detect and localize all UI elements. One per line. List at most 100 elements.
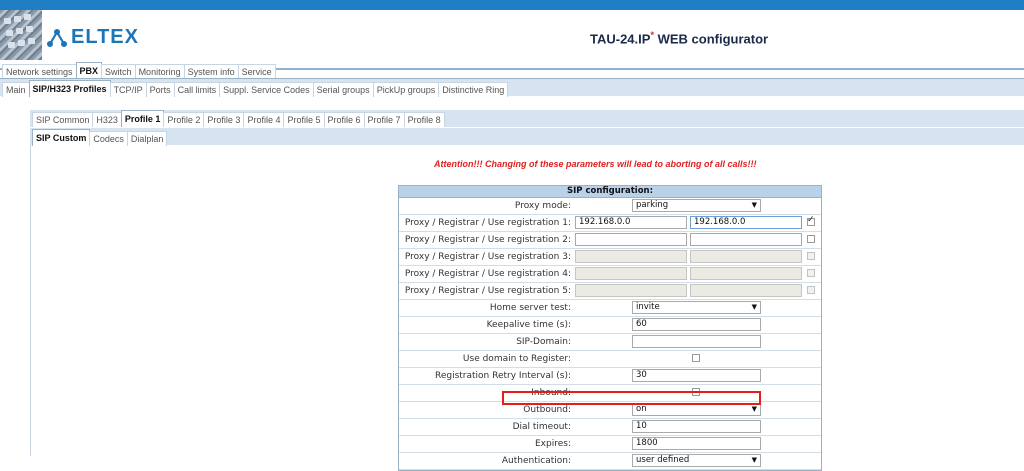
tab-profile-7[interactable]: Profile 7 <box>363 112 405 127</box>
header: ELTEX TAU-24.IP* WEB configurator <box>0 10 1024 70</box>
tab-profile-5[interactable]: Profile 5 <box>283 112 325 127</box>
subtab-pickup-groups[interactable]: PickUp groups <box>372 82 440 97</box>
proxy-mode-select[interactable]: parking ▼ <box>632 199 761 212</box>
tab-profile-3[interactable]: Profile 3 <box>203 112 245 127</box>
row-proxy-mode: Proxy mode: parking ▼ <box>399 198 821 215</box>
outbound-value: on <box>636 404 647 414</box>
subtab-ports[interactable]: Ports <box>145 82 175 97</box>
label-use-domain: Use domain to Register: <box>462 354 571 364</box>
tab-profile-2[interactable]: Profile 2 <box>163 112 205 127</box>
profile-tabs: SIP Common H323 Profile 1 Profile 2 Prof… <box>32 110 445 127</box>
tab-switch[interactable]: Switch <box>101 64 136 79</box>
eltex-logo-icon <box>47 28 67 47</box>
label-proxy-mode: Proxy mode: <box>514 201 571 211</box>
label-expires: Expires: <box>535 439 571 449</box>
device-mark: * <box>650 30 654 40</box>
keepalive-input[interactable]: 60 <box>632 318 761 331</box>
tab-profile-6[interactable]: Profile 6 <box>323 112 365 127</box>
subtab-tcp-ip[interactable]: TCP/IP <box>109 82 147 97</box>
tab-network-settings[interactable]: Network settings <box>2 64 77 79</box>
sip-configuration-table: SIP configuration: Proxy mode: parking ▼… <box>398 185 822 471</box>
label-proxy-2: Proxy / Registrar / Use registration 2: <box>404 235 571 245</box>
row-expires: Expires: 1800 <box>399 436 821 453</box>
proxy-mode-value: parking <box>636 200 669 210</box>
subtab-sip-h323-profiles[interactable]: SIP/H323 Profiles <box>28 80 111 97</box>
tab-system-info[interactable]: System info <box>183 64 239 79</box>
tab-pbx[interactable]: PBX <box>75 62 103 79</box>
row-use-domain: Use domain to Register: <box>399 351 821 368</box>
chevron-down-icon: ▼ <box>751 303 757 311</box>
registrar-5-input[interactable] <box>690 284 802 297</box>
use-registration-3-checkbox[interactable] <box>807 252 815 260</box>
registrar-4-input[interactable] <box>690 267 802 280</box>
row-keepalive: Keepalive time (s): 60 <box>399 317 821 334</box>
chevron-down-icon: ▼ <box>751 405 757 413</box>
tab-service[interactable]: Service <box>237 64 276 79</box>
tab-profile-4[interactable]: Profile 4 <box>243 112 285 127</box>
tab-sip-common[interactable]: SIP Common <box>32 112 94 127</box>
page-title: TAU-24.IP* WEB configurator <box>590 30 768 46</box>
expires-input[interactable]: 1800 <box>632 437 761 450</box>
row-proxy-3: Proxy / Registrar / Use registration 3: <box>399 249 821 266</box>
registrar-2-input[interactable] <box>690 233 802 246</box>
label-home-server-test: Home server test: <box>489 303 571 313</box>
proxy-4-input[interactable] <box>575 267 687 280</box>
proxy-2-input[interactable] <box>575 233 687 246</box>
phone-keypad-photo <box>0 10 42 60</box>
authentication-value: user defined <box>636 455 690 465</box>
tab-sip-custom[interactable]: SIP Custom <box>32 129 91 146</box>
content-left-border <box>30 145 31 456</box>
home-server-test-value: invite <box>636 302 660 312</box>
chevron-down-icon: ▼ <box>751 201 757 209</box>
registrar-1-input[interactable]: 192.168.0.0 <box>690 216 802 229</box>
use-registration-2-checkbox[interactable] <box>807 235 815 243</box>
proxy-1-input[interactable]: 192.168.0.0 <box>575 216 687 229</box>
tab-profile-8[interactable]: Profile 8 <box>403 112 445 127</box>
label-proxy-3: Proxy / Registrar / Use registration 3: <box>404 252 571 262</box>
row-home-server-test: Home server test: invite ▼ <box>399 300 821 317</box>
label-retry-interval: Registration Retry Interval (s): <box>434 371 571 381</box>
brand-name: ELTEX <box>71 26 139 48</box>
registrar-3-input[interactable] <box>690 250 802 263</box>
subtab-serial-groups[interactable]: Serial groups <box>312 82 374 97</box>
warning-message: Attention!!! Changing of these parameter… <box>434 159 757 169</box>
row-proxy-2: Proxy / Registrar / Use registration 2: <box>399 232 821 249</box>
proxy-3-input[interactable] <box>575 250 687 263</box>
row-dial-timeout: Dial timeout: 10 <box>399 419 821 436</box>
title-suffix: WEB configurator <box>657 31 769 47</box>
row-retry-interval: Registration Retry Interval (s): 30 <box>399 368 821 385</box>
use-registration-1-checkbox[interactable] <box>807 215 815 226</box>
tab-profile-1[interactable]: Profile 1 <box>120 110 165 127</box>
sip-domain-input[interactable] <box>632 335 761 348</box>
subtab-suppl-service-codes[interactable]: Suppl. Service Codes <box>219 82 314 97</box>
section-tabs-band <box>30 128 1024 145</box>
top-stripe <box>0 0 1024 10</box>
label-proxy-5: Proxy / Registrar / Use registration 5: <box>404 286 571 296</box>
proxy-5-input[interactable] <box>575 284 687 297</box>
label-sip-domain: SIP-Domain: <box>516 337 571 347</box>
label-proxy-4: Proxy / Registrar / Use registration 4: <box>404 269 571 279</box>
row-sip-domain: SIP-Domain: <box>399 334 821 351</box>
use-registration-4-checkbox[interactable] <box>807 269 815 277</box>
subtab-call-limits[interactable]: Call limits <box>173 82 221 97</box>
home-server-test-select[interactable]: invite ▼ <box>632 301 761 314</box>
eltex-logo: ELTEX <box>46 26 139 49</box>
use-domain-checkbox[interactable] <box>692 354 700 362</box>
retry-interval-input[interactable]: 30 <box>632 369 761 382</box>
chevron-down-icon: ▼ <box>751 456 757 464</box>
use-registration-5-checkbox[interactable] <box>807 286 815 294</box>
tab-codecs[interactable]: Codecs <box>89 131 128 146</box>
outbound-highlight-box <box>502 391 761 405</box>
sub-tabs: Main SIP/H323 Profiles TCP/IP Ports Call… <box>2 80 509 97</box>
main-tabs: Network settings PBX Switch Monitoring S… <box>2 62 276 79</box>
tab-dialplan[interactable]: Dialplan <box>126 131 168 146</box>
label-proxy-1: Proxy / Registrar / Use registration 1: <box>404 218 571 228</box>
dial-timeout-input[interactable]: 10 <box>632 420 761 433</box>
tab-h323[interactable]: H323 <box>92 112 122 127</box>
row-proxy-5: Proxy / Registrar / Use registration 5: <box>399 283 821 300</box>
label-dial-timeout: Dial timeout: <box>512 422 571 432</box>
subtab-main[interactable]: Main <box>2 82 30 97</box>
section-tabs: SIP Custom Codecs Dialplan <box>32 129 168 146</box>
subtab-distinctive-ring[interactable]: Distinctive Ring <box>438 82 509 97</box>
tab-monitoring[interactable]: Monitoring <box>134 64 185 79</box>
